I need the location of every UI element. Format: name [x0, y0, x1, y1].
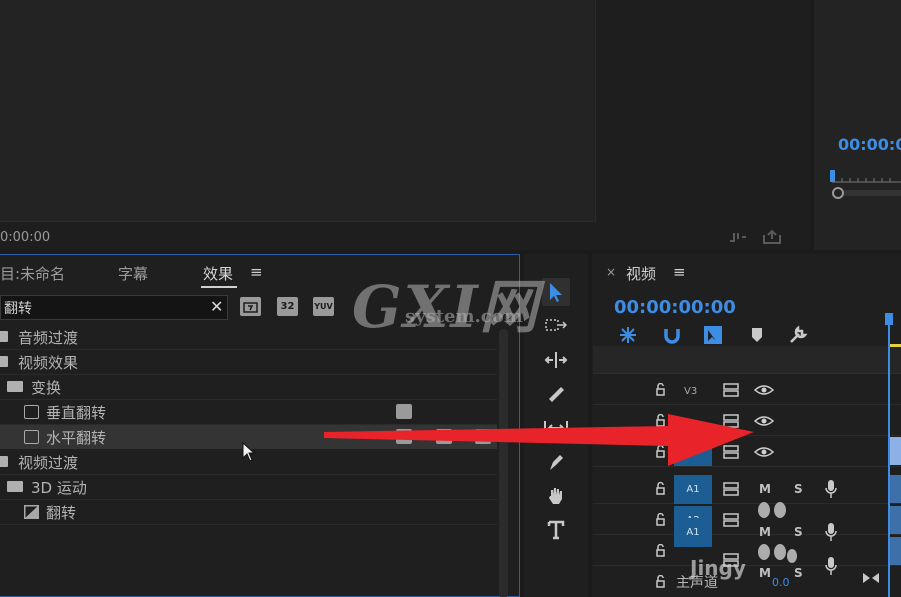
ripple-edit-icon [544, 352, 568, 368]
clear-search-icon[interactable]: ✕ [210, 297, 223, 316]
audio-clip[interactable] [890, 506, 901, 534]
sync-lock-icon[interactable] [723, 383, 739, 397]
search-value: 翻转 [4, 301, 32, 317]
divider [0, 524, 497, 525]
solo-button[interactable]: S [794, 482, 803, 496]
32bit-effects-icon[interactable]: 32 [277, 297, 298, 316]
audio-scrub-icon[interactable] [728, 229, 748, 245]
watermark-overlay-text: Jingy [690, 556, 746, 580]
track-lock-icon[interactable] [655, 544, 666, 557]
mute-button[interactable]: M [759, 482, 771, 496]
tree-item-label: 翻转 [46, 504, 77, 522]
sequence-tab[interactable]: 视频 [626, 263, 656, 284]
zoom-handle-icon [832, 187, 844, 199]
microphone-icon[interactable] [824, 522, 838, 542]
annotation-arrow-icon [324, 414, 754, 466]
folder-icon [0, 331, 8, 342]
work-area-bar[interactable] [890, 344, 901, 347]
tree-item-label: 音频过渡 [18, 329, 79, 347]
active-tab-indicator [201, 286, 237, 288]
yuv-effects-icon[interactable]: YUV [313, 297, 334, 316]
master-volume-value[interactable]: 0.0 [772, 576, 790, 589]
type-tool[interactable] [542, 516, 570, 544]
track-select-tool[interactable] [542, 312, 570, 340]
folder-icon [0, 356, 8, 367]
folder-icon [0, 456, 8, 467]
panel-menu-icon[interactable]: ≡ [250, 263, 263, 281]
source-patch-a1-duplicate[interactable]: A1 [674, 518, 712, 547]
track-a3[interactable] [593, 536, 901, 566]
selection-arrow-icon [550, 283, 562, 302]
sequence-menu-icon[interactable]: ≡ [673, 263, 686, 281]
effect-icon [24, 405, 39, 419]
linked-selection-icon[interactable] [702, 324, 724, 346]
source-timecode: 0:00:00 [0, 230, 51, 245]
watermark-logo: GXI网 [352, 273, 540, 341]
accelerated-effects-icon[interactable] [240, 297, 261, 316]
program-timecode: 00:00:00 [838, 135, 901, 154]
source-monitor [0, 0, 810, 250]
program-ruler[interactable] [830, 170, 901, 200]
effects-search-input[interactable]: 翻转 ✕ [0, 295, 228, 320]
timeline-ruler[interactable] [593, 346, 901, 374]
watermark-subtitle: system.com [405, 306, 523, 327]
export-frame-icon[interactable] [762, 229, 782, 245]
sync-lock-icon[interactable] [723, 482, 739, 496]
track-lock-icon[interactable] [655, 383, 666, 396]
cursor-icon [242, 442, 256, 462]
tree-item-label: 变换 [31, 379, 62, 397]
hand-tool[interactable] [542, 482, 570, 510]
audio-clip[interactable] [890, 475, 901, 503]
tree-item-transform[interactable]: 变换 [0, 375, 497, 399]
track-lock-icon[interactable] [655, 482, 666, 495]
go-to-end-icon[interactable] [862, 572, 880, 584]
tree-item-label: 水平翻转 [46, 429, 107, 447]
tab-effects[interactable]: 效果 [203, 263, 233, 284]
close-sequence-icon[interactable]: × [606, 265, 616, 279]
sequence-timecode[interactable]: 00:00:00:00 [614, 297, 736, 318]
track-select-icon [545, 319, 567, 331]
program-monitor [814, 0, 901, 250]
microphone-icon[interactable] [824, 479, 838, 499]
folder-icon [7, 381, 23, 392]
transition-icon [24, 505, 39, 519]
timeline-settings-icon[interactable] [788, 325, 808, 345]
source-viewport [0, 0, 596, 222]
type-icon [547, 520, 565, 540]
tree-item-video-effects[interactable]: 视频效果 [0, 350, 497, 374]
watermark-paw-icon [758, 502, 797, 563]
microphone-icon[interactable] [824, 556, 838, 576]
tab-captions[interactable]: 字幕 [118, 263, 148, 284]
tree-item-label: 视频过渡 [18, 454, 79, 472]
tree-item-flip-over[interactable]: 翻转 [0, 500, 497, 524]
audio-clip[interactable] [890, 537, 901, 565]
nest-sequence-icon[interactable] [618, 325, 638, 345]
add-marker-icon[interactable] [750, 327, 764, 343]
ripple-edit-tool[interactable] [542, 346, 570, 374]
track-lock-icon[interactable] [655, 575, 666, 588]
effect-icon [24, 430, 39, 444]
snap-icon[interactable] [662, 325, 682, 345]
hand-icon [549, 488, 562, 504]
track-label: V3 [684, 386, 698, 397]
tree-item-label: 3D 运动 [31, 479, 87, 497]
track-lock-icon[interactable] [655, 513, 666, 526]
program-playhead-icon [830, 170, 835, 182]
tree-item-label: 垂直翻转 [46, 404, 107, 422]
eye-icon[interactable] [754, 384, 774, 396]
sync-lock-icon[interactable] [723, 513, 739, 527]
selection-tool[interactable] [542, 278, 570, 306]
playhead-handle-icon[interactable] [885, 313, 893, 325]
tab-project[interactable]: 目:未命名 [0, 263, 65, 284]
track-a2[interactable] [593, 505, 901, 535]
tree-item-label: 视频效果 [18, 354, 79, 372]
folder-icon [7, 481, 23, 492]
video-clip[interactable] [890, 437, 901, 465]
